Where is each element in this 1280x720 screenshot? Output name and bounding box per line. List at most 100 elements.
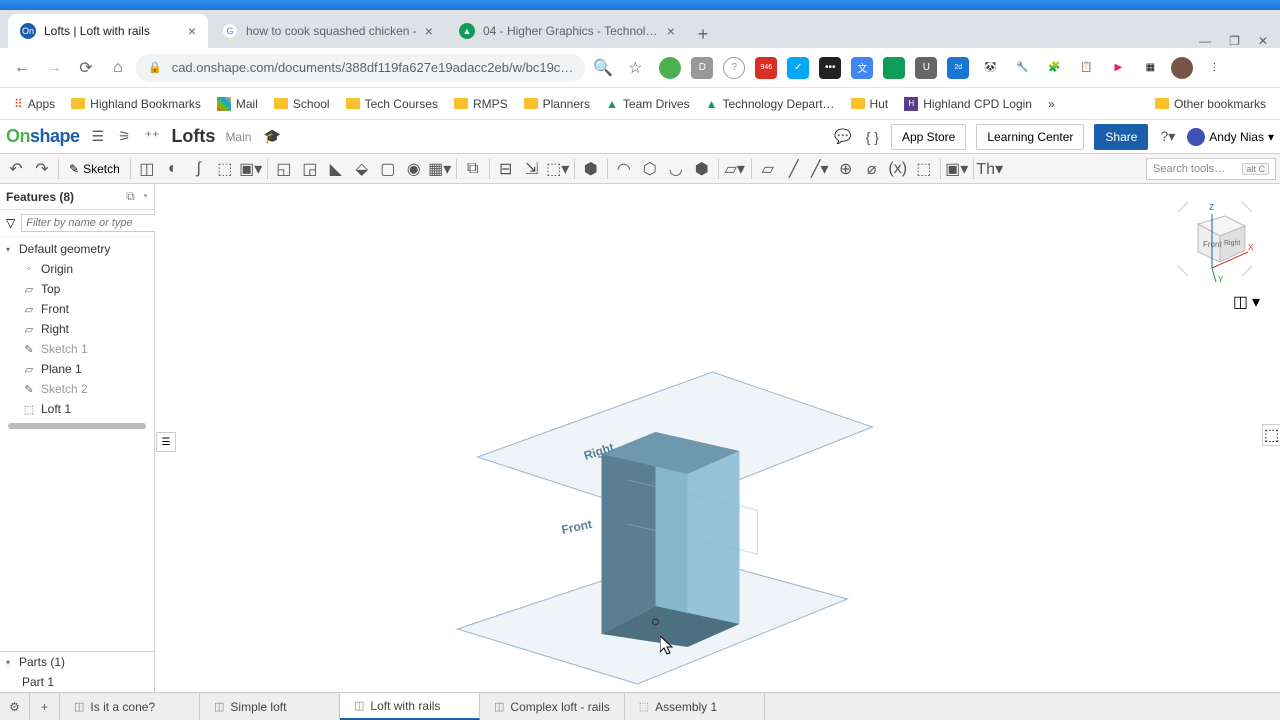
zoom-icon[interactable]: 🔍 (589, 54, 617, 82)
modify-tool[interactable]: ⬢ (579, 157, 603, 181)
back-button[interactable]: ← (8, 54, 36, 82)
delete-face-tool[interactable]: ⬚▾ (546, 157, 570, 181)
search-tools-input[interactable]: Search tools… alt C (1146, 158, 1276, 180)
ext-icon-10[interactable]: 2d (947, 57, 969, 79)
learning-center-button[interactable]: Learning Center (976, 124, 1084, 150)
transform-tool[interactable]: ⇲ (520, 157, 544, 181)
point-tool[interactable]: ╱▾ (808, 157, 832, 181)
ext-icon-gmail[interactable]: 946 (755, 57, 777, 79)
sketch1-node[interactable]: ✎Sketch 1 (0, 339, 154, 359)
sketch-button[interactable]: ✎ Sketch (63, 157, 126, 181)
parts-header[interactable]: ▾Parts (1) (0, 652, 154, 672)
variable-tool[interactable]: (x) (886, 157, 910, 181)
bottom-tab-4[interactable]: ⬚Assembly 1 (625, 693, 765, 720)
bookmark-overflow[interactable]: » (1042, 93, 1061, 115)
other-bookmarks[interactable]: Other bookmarks (1149, 93, 1272, 115)
default-geometry-node[interactable]: ▾Default geometry (0, 239, 154, 259)
feature-action-icon[interactable]: ⧉ (126, 189, 135, 204)
axis-tool[interactable]: ╱ (782, 157, 806, 181)
ext-icon-9[interactable]: U (915, 57, 937, 79)
right-plane-node[interactable]: ▱Right (0, 319, 154, 339)
ext-icon-14[interactable]: 📋 (1075, 57, 1097, 79)
insert-icon[interactable]: ⁺⁺ (143, 126, 162, 147)
share-button[interactable]: Share (1094, 124, 1148, 150)
ext-icon-12[interactable]: 🔧 (1011, 57, 1033, 79)
comment-icon[interactable]: 💬 (832, 126, 853, 147)
rib-tool[interactable]: ⬙ (350, 157, 374, 181)
bookmark-item-3[interactable]: Tech Courses (340, 93, 444, 115)
bottom-tab-3[interactable]: ◫Complex loft - rails (480, 693, 625, 720)
filter-icon[interactable]: ▽ (6, 216, 15, 230)
bottom-tab-1[interactable]: ◫Simple loft (200, 693, 340, 720)
menu-icon[interactable]: ☰ (90, 126, 107, 147)
sweep-tool[interactable]: ∫ (187, 157, 211, 181)
tree-icon[interactable]: ⚞ (116, 126, 133, 147)
bookmark-item-0[interactable]: Highland Bookmarks (65, 93, 207, 115)
ext-icon-2[interactable]: D (691, 57, 713, 79)
bookmark-item-1[interactable]: Mail (211, 93, 264, 115)
draft-tool[interactable]: ◣ (324, 157, 348, 181)
chrome-menu-icon[interactable]: ⋮ (1203, 57, 1225, 79)
home-button[interactable]: ⌂ (104, 54, 132, 82)
feature-history-icon[interactable]: ◔ (141, 189, 148, 204)
close-tab-icon[interactable]: × (188, 23, 196, 39)
doc-name[interactable]: Lofts (171, 126, 215, 147)
feature-rollback-bar[interactable] (8, 423, 146, 429)
view-options[interactable]: ◫▾ (1233, 292, 1260, 312)
plane1-node[interactable]: ▱Plane 1 (0, 359, 154, 379)
custom-tool[interactable]: Th▾ (978, 157, 1002, 181)
ext-icon-15[interactable]: ▶ (1107, 57, 1129, 79)
hole-tool[interactable]: ◉ (402, 157, 426, 181)
revolve-tool[interactable]: ◐ (161, 157, 185, 181)
plane-tool[interactable]: ▱ (756, 157, 780, 181)
origin-node[interactable]: ◦Origin (0, 259, 154, 279)
bookmark-item-8[interactable]: Hut (845, 93, 895, 115)
redo-button[interactable]: ↷ (30, 157, 54, 181)
surface-tool[interactable]: ▱▾ (723, 157, 747, 181)
sheet-metal-tool[interactable]: ▣▾ (945, 157, 969, 181)
ext-icon-6[interactable]: ••• (819, 57, 841, 79)
pattern-tool[interactable]: ▦▾ (428, 157, 452, 181)
sketch2-node[interactable]: ✎Sketch 2 (0, 379, 154, 399)
user-menu[interactable]: Andy Nias ▾ (1187, 128, 1274, 146)
ext-icon-3[interactable]: ? (723, 57, 745, 79)
ext-icon-5[interactable]: ✓ (787, 57, 809, 79)
bookmark-item-4[interactable]: RMPS (448, 93, 514, 115)
branch-label[interactable]: Main (225, 130, 251, 144)
apps-bookmark[interactable]: ⠿Apps (8, 93, 61, 115)
profile-avatar[interactable] (1171, 57, 1193, 79)
fillet-tool[interactable]: ◱ (272, 157, 296, 181)
extrude-tool[interactable]: ◫ (135, 157, 159, 181)
undo-button[interactable]: ↶ (4, 157, 28, 181)
star-icon[interactable]: ☆ (621, 54, 649, 82)
right-panel-toggle[interactable]: ⬚ (1262, 424, 1280, 446)
help-icon[interactable]: ?▾ (1158, 126, 1177, 147)
ext-icon-1[interactable] (659, 57, 681, 79)
maximize-button[interactable]: ❐ (1229, 34, 1240, 48)
chamfer-tool[interactable]: ◲ (298, 157, 322, 181)
view-cube[interactable]: Front Right Z X Y (1170, 194, 1260, 284)
panel-collapse-toggle[interactable]: ☰ (156, 432, 176, 452)
split-tool[interactable]: ⊟ (494, 157, 518, 181)
loft-tool[interactable]: ⬚ (213, 157, 237, 181)
forward-button[interactable]: → (40, 54, 68, 82)
onshape-logo[interactable]: Onshape (6, 126, 80, 147)
boolean-tool[interactable]: ⧉ (461, 157, 485, 181)
helix-tool[interactable]: ⌀ (860, 157, 884, 181)
browser-tab-1[interactable]: G how to cook squashed chicken - × (210, 14, 445, 48)
address-bar[interactable]: 🔒 cad.onshape.com/documents/388df119fa62… (136, 54, 585, 82)
curve-tool-4[interactable]: ⬢ (690, 157, 714, 181)
bookmark-item-2[interactable]: School (268, 93, 336, 115)
close-tab-icon[interactable]: × (667, 23, 675, 39)
3d-canvas[interactable]: Right Front Front Right Z X Y ◫▾ ⬚ (155, 184, 1280, 692)
browser-tab-0[interactable]: On Lofts | Loft with rails × (8, 14, 208, 48)
brackets-icon[interactable]: { } (864, 127, 881, 147)
thicken-tool[interactable]: ▣▾ (239, 157, 263, 181)
graduation-cap-icon[interactable]: 🎓 (261, 126, 282, 147)
ext-icon-11[interactable]: 🐼 (979, 57, 1001, 79)
reload-button[interactable]: ⟳ (72, 54, 100, 82)
add-tab-button[interactable]: + (30, 693, 60, 720)
mate-connector-tool[interactable]: ⊕ (834, 157, 858, 181)
ext-icon-translate[interactable]: 文 (851, 57, 873, 79)
browser-tab-2[interactable]: ▲ 04 - Higher Graphics - Technolog × (447, 14, 687, 48)
